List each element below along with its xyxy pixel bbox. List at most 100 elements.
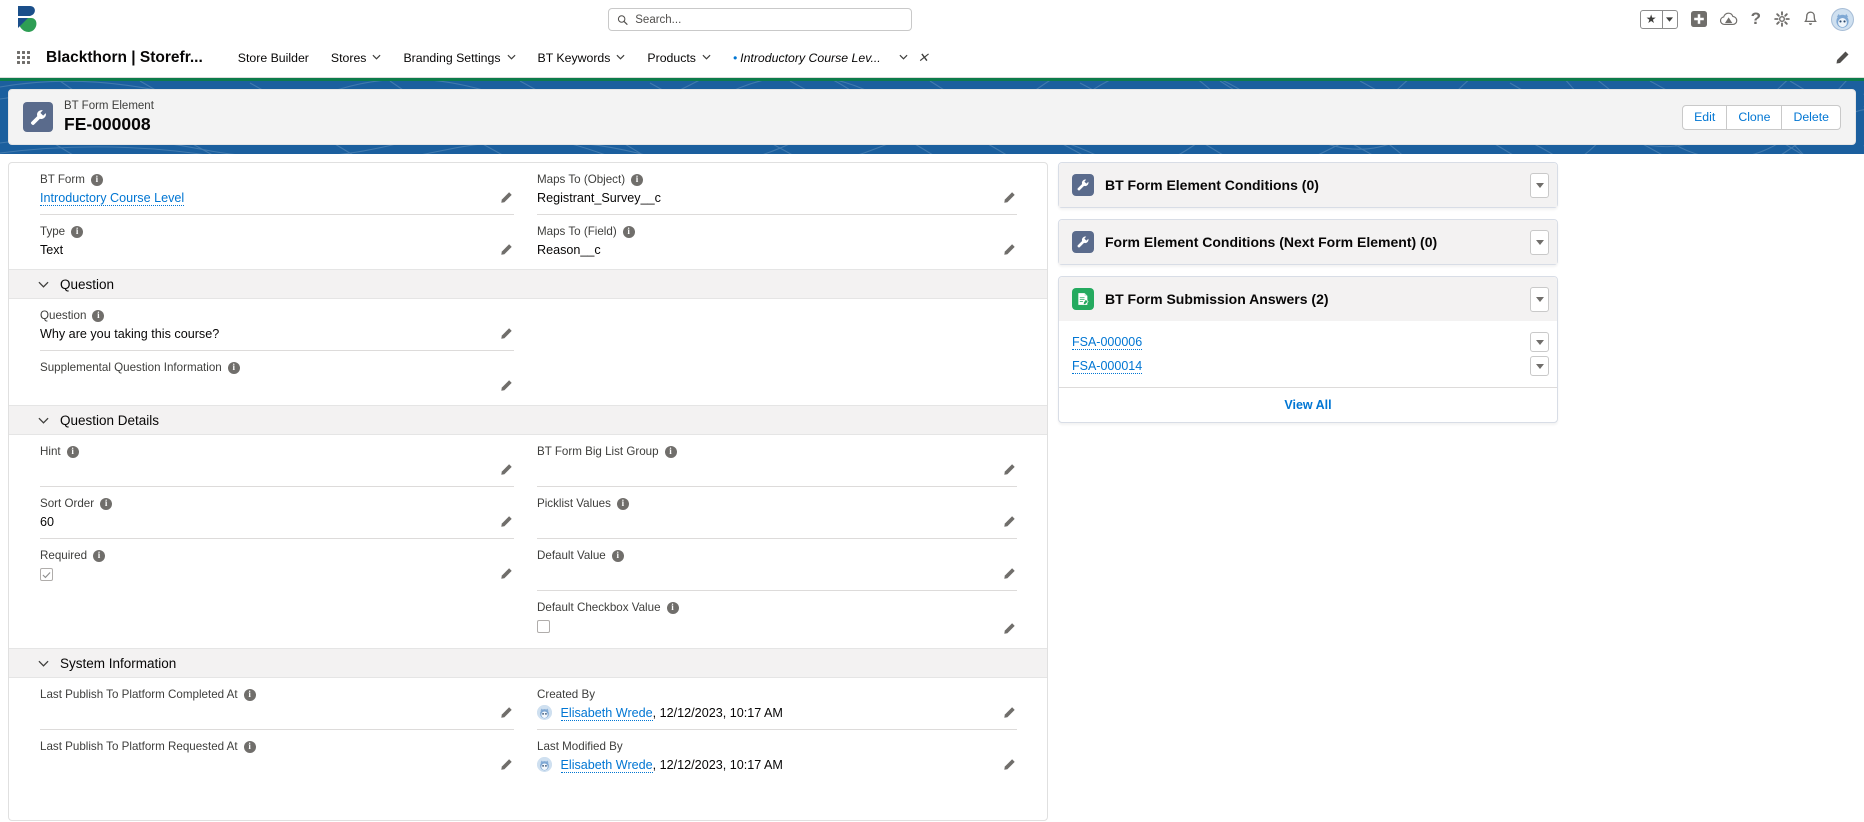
- favorites-star-icon[interactable]: ★: [1641, 11, 1662, 28]
- chevron-down-icon[interactable]: [38, 281, 49, 288]
- chevron-down-icon[interactable]: [372, 53, 381, 62]
- panel-menu-button[interactable]: [1530, 286, 1549, 312]
- info-icon[interactable]: i: [622, 225, 635, 238]
- field-value: [40, 377, 514, 395]
- edit-pencil-icon[interactable]: [1001, 756, 1017, 772]
- global-actions-plus-icon[interactable]: [1690, 11, 1707, 27]
- nav-items: Store Builder Stores Branding Settings B…: [227, 38, 944, 78]
- notifications-bell-icon[interactable]: [1803, 11, 1818, 27]
- edit-pencil-icon[interactable]: [498, 513, 514, 529]
- panel-menu-button[interactable]: [1530, 229, 1549, 255]
- default-checkbox-value-checkbox[interactable]: [537, 620, 550, 633]
- info-icon[interactable]: i: [92, 309, 105, 322]
- edit-pencil-icon[interactable]: [498, 189, 514, 205]
- info-icon[interactable]: i: [100, 497, 113, 510]
- edit-button[interactable]: Edit: [1682, 104, 1728, 130]
- field-bt-form-big-list-group: BT Form Big List Group i: [537, 435, 1017, 487]
- nav-item-branding-settings[interactable]: Branding Settings: [392, 38, 526, 78]
- nav-item-label: Introductory Course Lev...: [740, 50, 881, 65]
- list-item[interactable]: FSA-000014: [1059, 354, 1557, 378]
- info-icon[interactable]: i: [243, 740, 256, 753]
- list-item[interactable]: FSA-000006: [1059, 330, 1557, 354]
- setup-gear-icon[interactable]: [1774, 11, 1790, 27]
- panel-title: Form Element Conditions (Next Form Eleme…: [1105, 234, 1438, 250]
- submission-answer-link[interactable]: FSA-000014: [1072, 359, 1143, 374]
- edit-pencil-icon[interactable]: [1001, 189, 1017, 205]
- edit-pencil-icon[interactable]: [1001, 704, 1017, 720]
- delete-button[interactable]: Delete: [1782, 104, 1841, 130]
- edit-pencil-icon[interactable]: [498, 377, 514, 393]
- submission-answer-link[interactable]: FSA-000006: [1072, 335, 1143, 350]
- global-search[interactable]: [608, 8, 912, 31]
- info-icon[interactable]: i: [93, 549, 106, 562]
- field-value: [40, 704, 514, 722]
- blackthorn-logo[interactable]: [6, 0, 52, 38]
- info-icon[interactable]: i: [71, 225, 84, 238]
- edit-pencil-icon[interactable]: [498, 566, 514, 582]
- section-system-information-fields: Last Publish To Platform Completed At i …: [9, 678, 1047, 781]
- field-type: Type i Text: [40, 215, 514, 266]
- info-icon[interactable]: i: [243, 688, 256, 701]
- nav-item-current-record-tab[interactable]: • Introductory Course Lev... ✕: [722, 38, 944, 78]
- chevron-down-icon[interactable]: [38, 417, 49, 424]
- view-all-link[interactable]: View All: [1284, 398, 1331, 412]
- row-menu-button[interactable]: [1530, 356, 1549, 376]
- chevron-down-icon[interactable]: [616, 53, 625, 62]
- field-default-checkbox-value: Default Checkbox Value i: [537, 591, 1017, 645]
- info-icon[interactable]: i: [666, 601, 679, 614]
- edit-pencil-icon[interactable]: [498, 241, 514, 257]
- chevron-down-icon[interactable]: [702, 53, 711, 62]
- section-header-question-details[interactable]: Question Details: [9, 405, 1047, 435]
- search-input[interactable]: [635, 13, 911, 26]
- edit-pencil-icon[interactable]: [1001, 513, 1017, 529]
- edit-nav-pencil-icon[interactable]: [1835, 50, 1850, 70]
- last-modified-by-user-link[interactable]: Elisabeth Wrede: [560, 758, 653, 773]
- info-icon[interactable]: i: [616, 497, 629, 510]
- wrench-icon: [1072, 231, 1094, 253]
- record-header-card: BT Form Element FE-000008 Edit Clone Del…: [8, 89, 1856, 145]
- favorites-group[interactable]: ★: [1639, 9, 1678, 29]
- info-icon[interactable]: i: [90, 173, 103, 186]
- info-icon[interactable]: i: [631, 173, 644, 186]
- app-launcher-waffle-icon[interactable]: [0, 51, 46, 64]
- panel-menu-button[interactable]: [1530, 172, 1549, 198]
- close-icon[interactable]: ✕: [914, 50, 933, 66]
- created-by-user-link[interactable]: Elisabeth Wrede: [560, 706, 653, 721]
- field-bt-form: BT Form i Introductory Course Level: [40, 163, 514, 215]
- edit-pencil-icon[interactable]: [1001, 620, 1017, 636]
- edit-pencil-icon[interactable]: [498, 325, 514, 341]
- panel-form-element-conditions-next: Form Element Conditions (Next Form Eleme…: [1058, 219, 1558, 265]
- app-launcher-cloud-icon[interactable]: [1719, 12, 1738, 27]
- favorites-dropdown-icon[interactable]: [1661, 10, 1677, 28]
- edit-pencil-icon[interactable]: [1001, 461, 1017, 477]
- row-menu-button[interactable]: [1530, 332, 1549, 352]
- panel-bt-form-submission-answers: BT Form Submission Answers (2) FSA-00000…: [1058, 276, 1558, 423]
- info-icon[interactable]: i: [611, 549, 624, 562]
- field-sort-order: Sort Order i 60: [40, 487, 514, 539]
- nav-item-bt-keywords[interactable]: BT Keywords: [527, 38, 637, 78]
- info-icon[interactable]: i: [664, 445, 677, 458]
- edit-pencil-icon[interactable]: [1001, 241, 1017, 257]
- section-header-question[interactable]: Question: [9, 269, 1047, 299]
- field-label: Supplemental Question Information: [40, 361, 222, 374]
- chevron-down-icon[interactable]: [507, 53, 516, 62]
- help-icon[interactable]: ?: [1751, 9, 1761, 29]
- nav-item-stores[interactable]: Stores: [320, 38, 393, 78]
- edit-pencil-icon[interactable]: [498, 461, 514, 477]
- info-icon[interactable]: i: [66, 445, 79, 458]
- required-checkbox[interactable]: [40, 568, 53, 581]
- clone-button[interactable]: Clone: [1727, 104, 1783, 130]
- section-title: Question: [60, 276, 115, 292]
- bt-form-link[interactable]: Introductory Course Level: [40, 191, 185, 206]
- edit-pencil-icon[interactable]: [498, 756, 514, 772]
- chevron-down-icon[interactable]: [38, 660, 49, 667]
- field-supplemental-question-information: Supplemental Question Information i: [40, 351, 514, 402]
- chevron-down-icon[interactable]: [899, 53, 908, 62]
- info-icon[interactable]: i: [227, 361, 240, 374]
- nav-item-store-builder[interactable]: Store Builder: [227, 38, 320, 78]
- avatar[interactable]: [1831, 7, 1854, 31]
- section-header-system-information[interactable]: System Information: [9, 648, 1047, 678]
- nav-item-products[interactable]: Products: [636, 38, 722, 78]
- edit-pencil-icon[interactable]: [1001, 565, 1017, 581]
- edit-pencil-icon[interactable]: [498, 704, 514, 720]
